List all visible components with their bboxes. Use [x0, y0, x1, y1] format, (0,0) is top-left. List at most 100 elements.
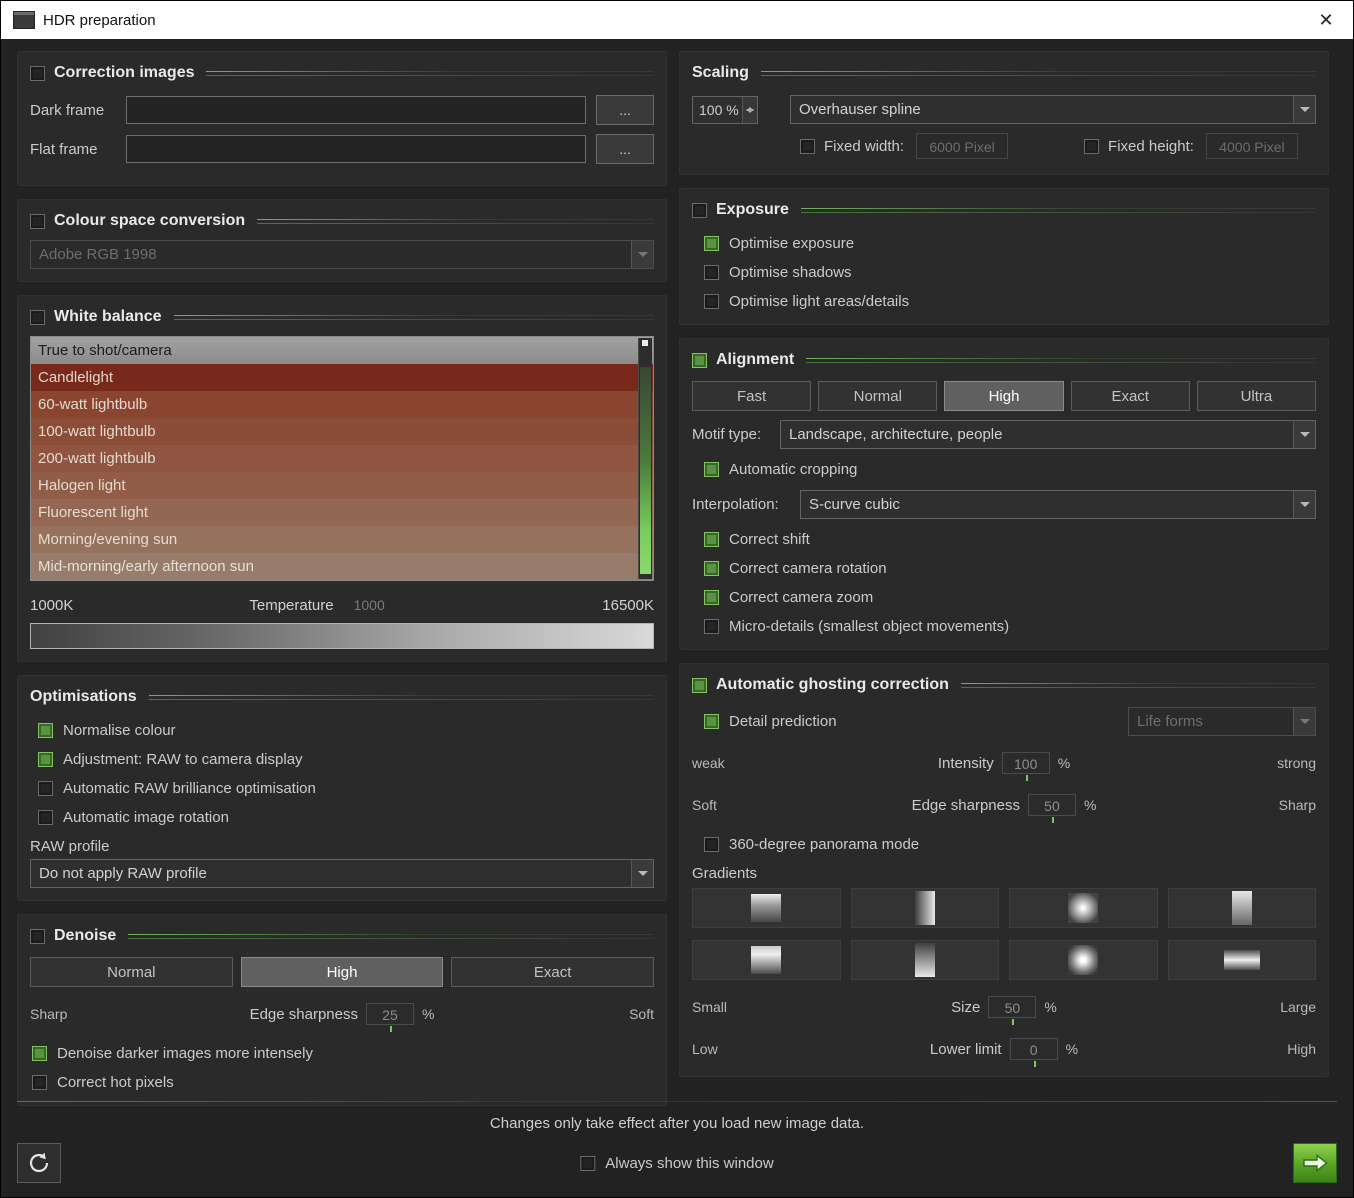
gradient-tile-7[interactable]	[1009, 940, 1158, 980]
denoise-checkbox[interactable]	[30, 929, 45, 944]
image-rotation-checkbox[interactable]	[38, 810, 53, 825]
always-show-label: Always show this window	[605, 1155, 773, 1172]
list-item[interactable]: Candlelight	[31, 364, 653, 391]
dark-frame-label: Dark frame	[30, 102, 126, 119]
raw-to-camera-checkbox[interactable]	[38, 752, 53, 767]
life-forms-dropdown[interactable]: Life forms	[1128, 707, 1316, 736]
section-colour-space: Colour space conversion Adobe RGB 1998	[17, 199, 667, 282]
left-column: Correction images Dark frame ... Flat fr…	[17, 51, 667, 1119]
intensity-label: Intensity	[938, 755, 994, 772]
optimise-exposure-checkbox[interactable]	[704, 236, 719, 251]
lower-limit-label: Lower limit	[930, 1041, 1002, 1058]
colour-space-dropdown[interactable]: Adobe RGB 1998	[30, 240, 654, 269]
optimise-shadows-checkbox[interactable]	[704, 265, 719, 280]
gradient-swatch-icon	[1232, 891, 1252, 925]
denoise-sharp-label: Sharp	[30, 1006, 100, 1022]
correct-rotation-checkbox[interactable]	[704, 561, 719, 576]
list-item[interactable]: Mid-morning/early afternoon sun	[31, 553, 653, 580]
hot-pixels-checkbox[interactable]	[32, 1075, 47, 1090]
denoise-darker-checkbox[interactable]	[32, 1046, 47, 1061]
denoise-mode-high[interactable]: High	[241, 957, 444, 987]
fixed-width-checkbox[interactable]	[800, 139, 815, 154]
gradient-tile-4[interactable]	[1168, 888, 1317, 928]
divider	[761, 70, 1316, 77]
size-value[interactable]: 50	[988, 996, 1036, 1018]
motif-type-dropdown[interactable]: Landscape, architecture, people	[780, 420, 1316, 449]
titlebar: HDR preparation ✕	[1, 1, 1353, 39]
scaling-percent-spinner[interactable]: 100 %	[692, 96, 758, 124]
edge-sharpness-value[interactable]: 50	[1028, 794, 1076, 816]
fixed-width-input[interactable]: 6000 Pixel	[916, 133, 1008, 159]
intensity-weak-label: weak	[692, 755, 762, 771]
section-scaling: Scaling 100 % Overhauser spline Fixed	[679, 51, 1329, 175]
dialog-footer: Changes only take effect after you load …	[1, 1101, 1353, 1197]
correct-zoom-checkbox[interactable]	[704, 590, 719, 605]
spinner-arrows-icon[interactable]	[742, 97, 757, 123]
ghosting-checkbox[interactable]	[692, 678, 707, 693]
lower-low-label: Low	[692, 1041, 762, 1057]
gradient-swatch-icon	[915, 891, 935, 925]
alignment-mode-high[interactable]: High	[944, 381, 1063, 411]
correct-shift-checkbox[interactable]	[704, 532, 719, 547]
denoise-title: Denoise	[54, 927, 116, 945]
alignment-mode-normal[interactable]: Normal	[818, 381, 937, 411]
optimise-light-areas-checkbox[interactable]	[704, 294, 719, 309]
chevron-down-icon	[1293, 421, 1315, 448]
section-exposure: Exposure Optimise exposure Optimise shad…	[679, 188, 1329, 325]
list-item[interactable]: Halogen light	[31, 472, 653, 499]
divider	[806, 357, 1316, 364]
list-item[interactable]: Fluorescent light	[31, 499, 653, 526]
chevron-down-icon	[631, 860, 653, 887]
gradient-swatch-icon	[915, 943, 935, 977]
fixed-height-checkbox[interactable]	[1084, 139, 1099, 154]
flat-frame-browse-button[interactable]: ...	[596, 134, 654, 164]
gradient-tile-3[interactable]	[1009, 888, 1158, 928]
gradient-tile-5[interactable]	[692, 940, 841, 980]
interpolation-dropdown[interactable]: S-curve cubic	[800, 490, 1316, 519]
next-button[interactable]	[1293, 1143, 1337, 1183]
intensity-value[interactable]: 100	[1002, 752, 1050, 774]
flat-frame-input[interactable]	[126, 135, 586, 163]
scrollbar[interactable]	[638, 338, 652, 579]
correction-images-checkbox[interactable]	[30, 66, 45, 81]
undo-button[interactable]	[17, 1143, 61, 1183]
list-item[interactable]: 200-watt lightbulb	[31, 445, 653, 472]
panorama-mode-checkbox[interactable]	[704, 837, 719, 852]
always-show-checkbox[interactable]	[580, 1156, 595, 1171]
denoise-mode-exact[interactable]: Exact	[451, 957, 654, 987]
chevron-down-icon	[1293, 96, 1315, 123]
detail-prediction-checkbox[interactable]	[704, 714, 719, 729]
white-balance-checkbox[interactable]	[30, 310, 45, 325]
gradient-tile-2[interactable]	[851, 888, 1000, 928]
gradient-tile-8[interactable]	[1168, 940, 1317, 980]
list-item[interactable]: 100-watt lightbulb	[31, 418, 653, 445]
denoise-mode-normal[interactable]: Normal	[30, 957, 233, 987]
gradient-tile-6[interactable]	[851, 940, 1000, 980]
gradient-tile-1[interactable]	[692, 888, 841, 928]
denoise-edge-value[interactable]: 25	[366, 1003, 414, 1025]
close-icon[interactable]: ✕	[1311, 10, 1341, 31]
dark-frame-input[interactable]	[126, 96, 586, 124]
alignment-mode-ultra[interactable]: Ultra	[1197, 381, 1316, 411]
alignment-mode-exact[interactable]: Exact	[1071, 381, 1190, 411]
list-item[interactable]: True to shot/camera	[31, 337, 653, 364]
exposure-checkbox[interactable]	[692, 203, 707, 218]
raw-profile-value: Do not apply RAW profile	[31, 865, 631, 882]
scrollbar-thumb[interactable]	[640, 367, 651, 574]
alignment-mode-fast[interactable]: Fast	[692, 381, 811, 411]
temperature-slider[interactable]	[30, 623, 654, 649]
alignment-checkbox[interactable]	[692, 353, 707, 368]
raw-brilliance-checkbox[interactable]	[38, 781, 53, 796]
raw-profile-dropdown[interactable]: Do not apply RAW profile	[30, 859, 654, 888]
scaling-method-dropdown[interactable]: Overhauser spline	[790, 95, 1316, 124]
fixed-height-input[interactable]: 4000 Pixel	[1206, 133, 1298, 159]
automatic-cropping-checkbox[interactable]	[704, 462, 719, 477]
list-item[interactable]: 60-watt lightbulb	[31, 391, 653, 418]
normalise-colour-checkbox[interactable]	[38, 723, 53, 738]
dark-frame-browse-button[interactable]: ...	[596, 95, 654, 125]
micro-details-checkbox[interactable]	[704, 619, 719, 634]
lower-limit-value[interactable]: 0	[1010, 1038, 1058, 1060]
divider	[961, 682, 1316, 689]
list-item[interactable]: Morning/evening sun	[31, 526, 653, 553]
colour-space-checkbox[interactable]	[30, 214, 45, 229]
